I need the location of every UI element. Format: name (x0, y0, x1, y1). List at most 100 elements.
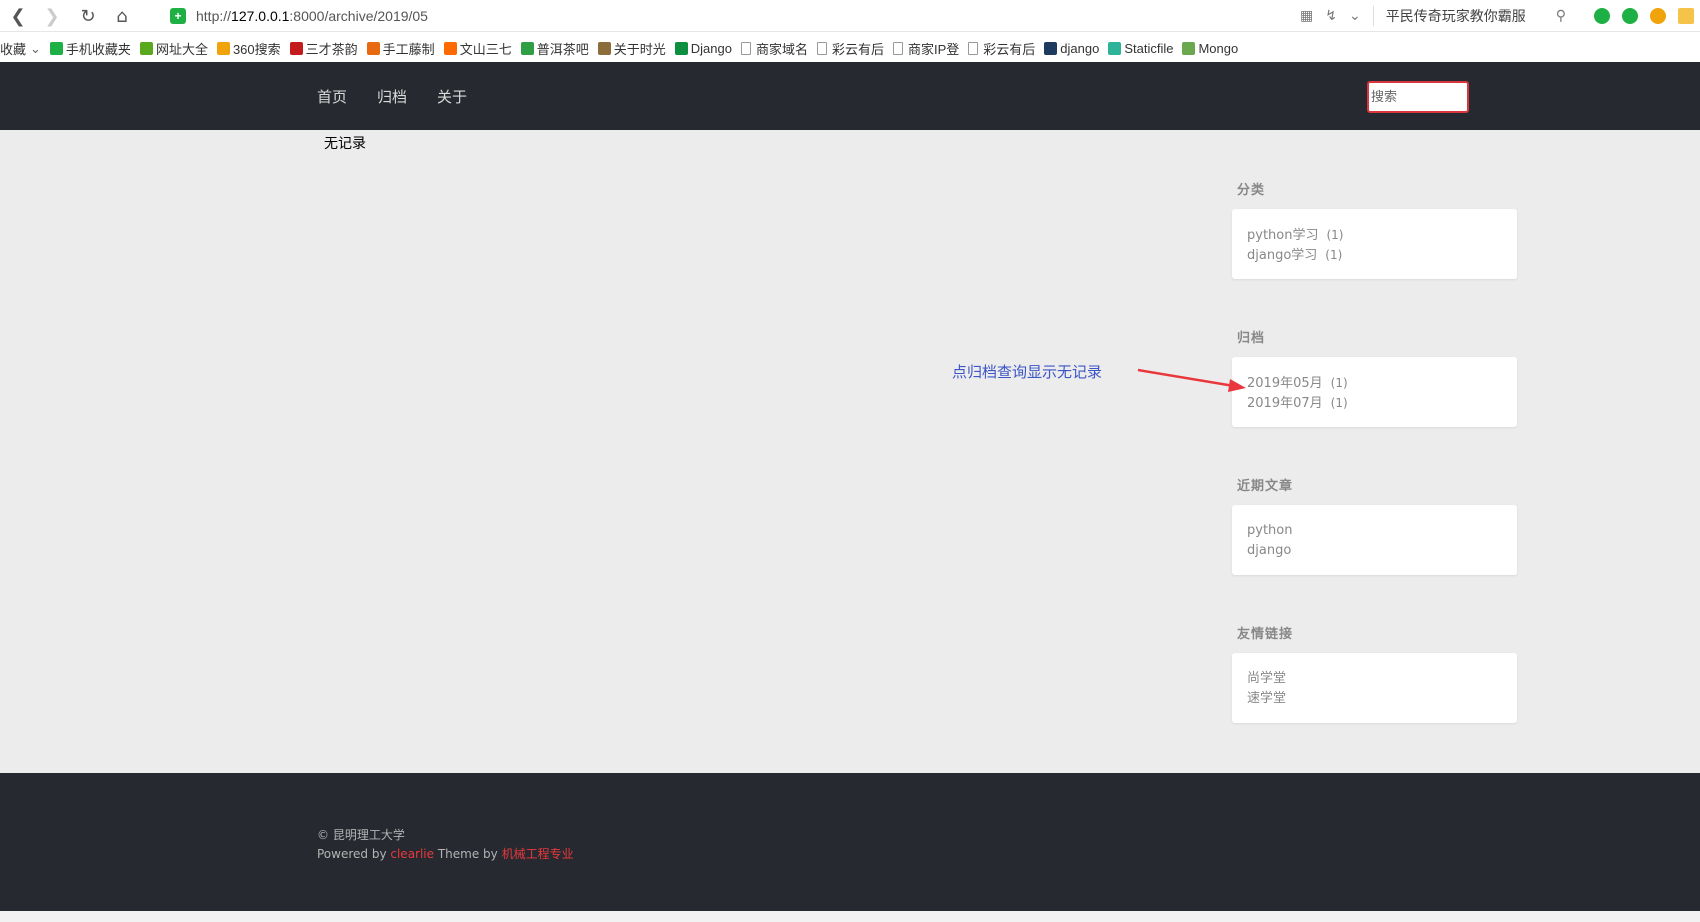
doc-icon (968, 42, 979, 55)
bookmark-label: Django (690, 41, 732, 56)
bookmark-item[interactable]: 商家IP登 (892, 39, 960, 58)
translate-extension-icon[interactable] (1622, 8, 1638, 24)
search-icon[interactable]: ⚲ (1556, 8, 1566, 24)
mongo-icon (1182, 42, 1196, 55)
doc-icon (740, 42, 751, 55)
bookmarks-bar: 收藏 ⌄ 手机收藏夹 网址大全 360搜索 三才茶韵 手工藤制 文山三七 普洱茶吧 关于时光 Dj… (0, 35, 1700, 62)
bookmark-item[interactable]: Django (674, 41, 732, 56)
bookmark-label: 普洱茶吧 (536, 42, 589, 57)
grid-icon[interactable]: ▦ (1300, 8, 1313, 24)
annotation-note: 点归档查询显示无记录 (952, 363, 1103, 381)
bookmark-item[interactable]: Mongo (1182, 41, 1238, 56)
bookmark-label: Mongo (1198, 41, 1239, 56)
category-label: django学习 (1247, 248, 1318, 263)
shield-extension-icon[interactable] (1650, 8, 1666, 24)
theme-text: Theme by (434, 847, 502, 861)
bookmark-label: 关于时光 (613, 42, 666, 57)
category-link[interactable]: django学习 (1) (1247, 245, 1502, 265)
bookmark-item[interactable]: 文山三七 (443, 39, 512, 58)
theme-link[interactable]: 机械工程专业 (502, 847, 574, 861)
chevron-down-icon: ⌄ (30, 40, 41, 56)
url-host: 127.0.0.1 (231, 8, 290, 24)
widget-title-archives: 归档 (1237, 331, 1266, 346)
bookmark-item[interactable]: django (1044, 41, 1099, 56)
bookmark-item[interactable]: 网址大全 (139, 39, 208, 58)
forward-icon[interactable]: ❯ (40, 4, 64, 28)
bookmark-item[interactable]: 手工藤制 (366, 39, 435, 58)
search-input[interactable] (1367, 81, 1469, 113)
address-bar[interactable]: + http://127.0.0.1:8000/archive/2019/05 (170, 6, 428, 26)
bookmark-label: 手机收藏夹 (65, 42, 131, 57)
archive-link[interactable]: 2019年05月 (1) (1247, 373, 1502, 393)
back-icon[interactable]: ❮ (6, 4, 30, 28)
phone-icon (49, 42, 63, 55)
browser-right-tools: ▦ ↯ ⌄ 平民传奇玩家教你霸服 ⚲ (1294, 4, 1700, 28)
bookmark-item[interactable]: 手机收藏夹 (49, 39, 131, 58)
archive-count: (1) (1330, 396, 1348, 410)
dj-icon (674, 42, 688, 55)
category-count: (1) (1326, 228, 1344, 242)
bookmark-label: 三才茶韵 (305, 42, 358, 57)
search-suggestion[interactable]: 平民传奇玩家教你霸服 (1372, 6, 1526, 26)
widget-card-categories: python学习 (1) django学习 (1) (1232, 209, 1517, 279)
chevron-down-icon[interactable]: ⌄ (1349, 8, 1361, 24)
time-icon (597, 42, 611, 55)
category-link[interactable]: python学习 (1) (1247, 225, 1502, 245)
bookmark-item[interactable]: 关于时光 (597, 39, 666, 58)
bookmark-label: 网址大全 (155, 42, 208, 57)
widget-title-links: 友情链接 (1237, 627, 1294, 642)
bookmark-label: 收藏 (0, 42, 27, 57)
widget-title-categories: 分类 (1237, 183, 1266, 198)
mail-extension-icon[interactable] (1678, 8, 1694, 24)
doc-icon (892, 42, 903, 55)
site-footer: © 昆明理工大学 Powered by clearlie Theme by 机械… (0, 773, 1700, 911)
bookmark-label: Staticfile (1124, 41, 1174, 56)
bookmark-item[interactable]: 普洱茶吧 (520, 39, 589, 58)
reload-icon[interactable]: ↻ (76, 4, 100, 28)
friend-link[interactable]: 速学堂 (1247, 689, 1502, 709)
nav-home[interactable]: 首页 (317, 86, 347, 107)
bookmark-label: 彩云有后 (983, 42, 1036, 57)
widget-card-archives: 2019年05月 (1) 2019年07月 (1) (1232, 357, 1517, 427)
main-content: 无记录 分类 python学习 (1) django学习 (1) 归档 2019年0… (0, 130, 1700, 773)
bookmark-item[interactable]: 三才茶韵 (289, 39, 358, 58)
bookmark-label: 商家IP登 (907, 42, 960, 57)
home-icon[interactable]: ⌂ (110, 4, 134, 28)
bookmark-item[interactable]: 彩云有后 (968, 39, 1035, 58)
nav-about[interactable]: 关于 (437, 86, 467, 107)
scissors-extension-icon[interactable] (1594, 8, 1610, 24)
powered-prefix: Powered by (317, 847, 391, 861)
bookmark-label: 商家域名 (755, 42, 808, 57)
bookmark-item[interactable]: 360搜索 (216, 39, 281, 58)
bookmark-item[interactable]: Staticfile (1108, 41, 1173, 56)
lightning-icon[interactable]: ↯ (1325, 8, 1337, 24)
powered-link[interactable]: clearlie (390, 847, 434, 861)
widget-title-recent: 近期文章 (1237, 479, 1294, 494)
nav-archive[interactable]: 归档 (377, 86, 407, 107)
bookmark-item[interactable]: 商家域名 (740, 39, 808, 58)
tea-icon (520, 42, 534, 55)
archive-label: 2019年05月 (1247, 376, 1323, 391)
doc-icon (816, 42, 827, 55)
bookmark-label: 文山三七 (459, 42, 512, 57)
url-path: :8000/archive/2019/05 (289, 8, 428, 24)
bookmark-item[interactable]: 彩云有后 (816, 39, 884, 58)
url-prefix: http:// (196, 8, 232, 24)
archive-label: 2019年07月 (1247, 396, 1323, 411)
bookmark-label: 彩云有后 (831, 42, 884, 57)
widget-card-recent: python django (1232, 505, 1517, 575)
secure-shield-icon: + (170, 8, 186, 24)
friend-link[interactable]: 尚学堂 (1247, 669, 1502, 689)
bookmark-label: 手工藤制 (382, 42, 435, 57)
recent-post-link[interactable]: django (1247, 541, 1502, 561)
archive-link[interactable]: 2019年07月 (1) (1247, 393, 1502, 413)
annotation-arrow-icon (1137, 368, 1246, 392)
360-icon (216, 42, 230, 55)
sancai-icon (289, 42, 303, 55)
archive-count: (1) (1330, 376, 1348, 390)
bottom-strip (0, 911, 1700, 922)
bookmark-label: 360搜索 (232, 42, 281, 57)
bookmark-item[interactable]: 收藏 ⌄ (0, 39, 41, 58)
site-header: 首页 归档 关于 (0, 62, 1700, 130)
recent-post-link[interactable]: python (1247, 521, 1502, 541)
